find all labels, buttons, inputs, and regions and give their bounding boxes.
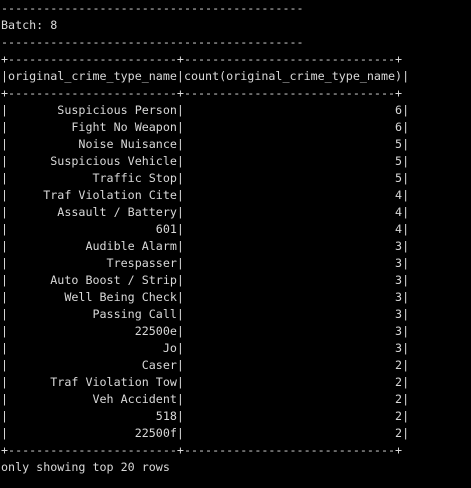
- table-row: | 601| 4|: [1, 222, 410, 236]
- table-row: | Veh Accident| 2|: [1, 392, 410, 406]
- table-row: | Fight No Weapon| 6|: [1, 120, 410, 134]
- table-row: | Caser| 2|: [1, 358, 410, 372]
- table-border-middle: +------------------------+--------------…: [1, 86, 403, 100]
- table-row: | Trespasser| 3|: [1, 256, 410, 270]
- batch-label: Batch: 8: [1, 18, 58, 32]
- table-row: | Passing Call| 3|: [1, 307, 410, 321]
- header-rule-bottom: ----------------------------------------…: [1, 35, 304, 49]
- header-rule-top: ----------------------------------------…: [1, 1, 304, 15]
- table-header-row: |original_crime_type_name|count(original…: [1, 69, 410, 83]
- table-row: | Traf Violation Tow| 2|: [1, 375, 410, 389]
- table-row: | Assault / Battery| 4|: [1, 205, 410, 219]
- table-border-bottom: +------------------------+--------------…: [1, 443, 403, 457]
- table-row: | Auto Boost / Strip| 3|: [1, 273, 410, 287]
- table-row: | 518| 2|: [1, 409, 410, 423]
- table-row: | Well Being Check| 3|: [1, 290, 410, 304]
- table-row: | Traffic Stop| 5|: [1, 171, 410, 185]
- table-row: | Suspicious Person| 6|: [1, 103, 410, 117]
- table-row: | Suspicious Vehicle| 5|: [1, 154, 410, 168]
- table-row: | 22500f| 2|: [1, 426, 410, 440]
- terminal-output: ----------------------------------------…: [1, 0, 471, 488]
- table-row: | 22500e| 3|: [1, 324, 410, 338]
- table-row: | Jo| 3|: [1, 341, 410, 355]
- footer-text: only showing top 20 rows: [1, 460, 170, 474]
- table-row: | Audible Alarm| 3|: [1, 239, 410, 253]
- table-row: | Traf Violation Cite| 4|: [1, 188, 410, 202]
- table-row: | Noise Nuisance| 5|: [1, 137, 410, 151]
- table-border-top: +------------------------+--------------…: [1, 52, 403, 66]
